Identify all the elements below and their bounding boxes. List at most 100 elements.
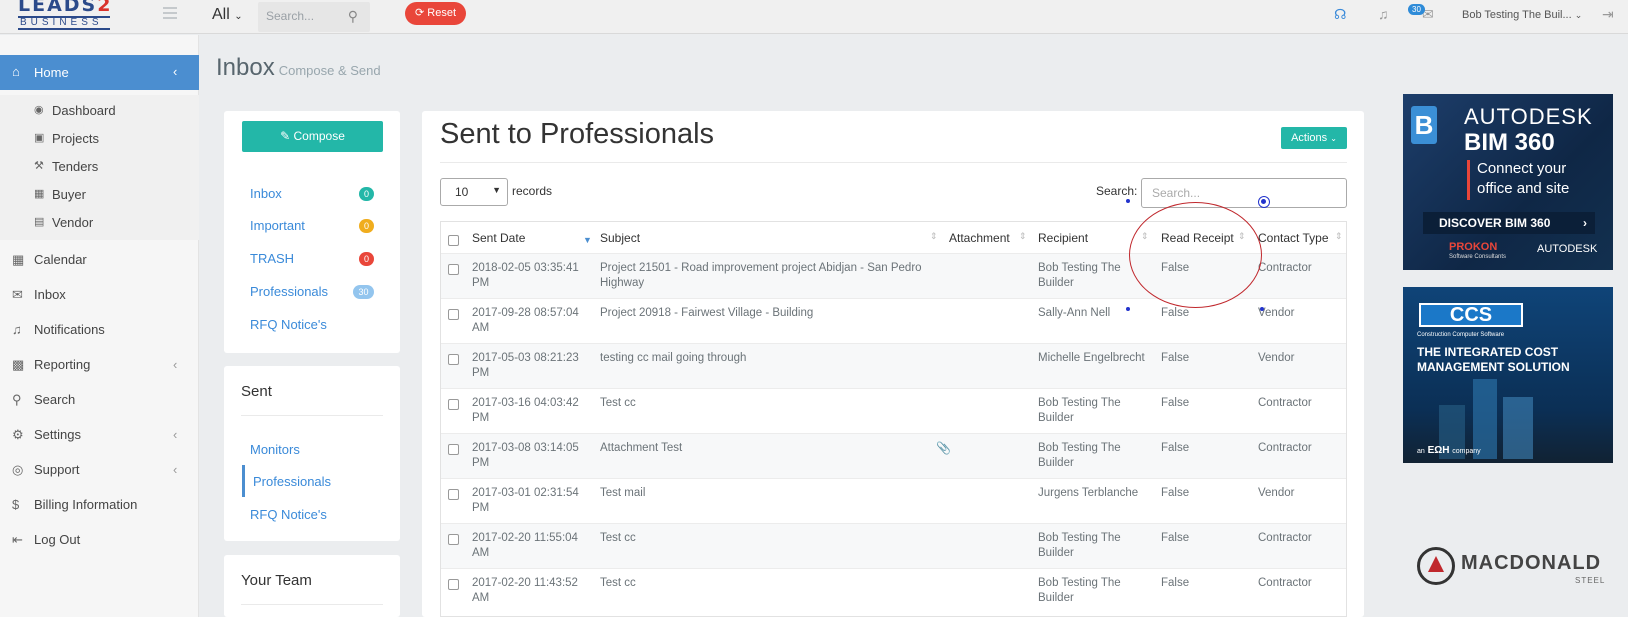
user-menu[interactable]: Bob Testing The Buil... ⌄ — [1462, 9, 1582, 21]
select-all-checkbox[interactable] — [448, 235, 459, 246]
folder-important[interactable]: Important — [250, 218, 305, 233]
sidebar-item-tenders[interactable]: ⚒ Tenders — [0, 153, 199, 181]
dashboard-icon: ◉ — [34, 104, 44, 116]
folder-inbox-badge: 0 — [359, 187, 374, 201]
bar-chart-icon: ▩ — [12, 357, 25, 372]
column-header-contact-type[interactable]: Contact Type — [1258, 231, 1329, 245]
chevron-down-icon: ⌄ — [1330, 134, 1337, 143]
chevron-left-icon: ‹ — [173, 357, 178, 372]
compose-button[interactable]: ✎ Compose — [242, 121, 383, 152]
search-icon[interactable]: ⚲ — [348, 8, 358, 25]
subject-cell[interactable]: Project 20918 - Fairwest Village - Build… — [600, 306, 930, 321]
sort-icon[interactable]: ⇕ — [930, 231, 938, 242]
leads2business-logo[interactable]: LEADS2 BUSINESS — [18, 0, 113, 32]
notification-count-badge: 30 — [1408, 4, 1425, 15]
column-header-sent-date[interactable]: Sent Date — [472, 231, 525, 245]
sent-professionals[interactable]: Professionals — [253, 474, 331, 489]
discover-bim-button[interactable]: DISCOVER BIM 360 › — [1423, 212, 1595, 234]
chevron-down-icon: ⌄ — [234, 11, 243, 22]
table-search-input[interactable]: Search... — [1141, 178, 1347, 208]
sent-monitors[interactable]: Monitors — [250, 442, 300, 457]
table-row[interactable]: 2017-05-03 08:21:23 PM testing cc mail goi… — [441, 343, 1346, 388]
folder-rfq-notices[interactable]: RFQ Notice's — [250, 317, 327, 332]
subject-cell[interactable]: Test cc — [600, 396, 930, 411]
sidebar-item-calendar[interactable]: ▦ Calendar — [0, 245, 199, 275]
page-length-select[interactable]: 10 ▼ — [440, 178, 508, 206]
column-header-recipient[interactable]: Recipient — [1038, 231, 1088, 245]
table-row[interactable]: 2017-02-20 11:55:04 AM Test cc Bob Testing … — [441, 523, 1346, 568]
top-bar: LEADS2 BUSINESS All ⌄ Search... ⚲ ⟳ Rese… — [0, 0, 1628, 34]
gavel-icon: ⚒ — [34, 160, 44, 172]
subject-cell[interactable]: Test cc — [600, 531, 930, 546]
subject-cell[interactable]: testing cc mail going through — [600, 351, 930, 366]
sent-date-cell: 2018-02-05 03:35:41 PM — [472, 262, 579, 289]
chevron-left-icon: ‹ — [173, 64, 178, 79]
table-row[interactable]: 2017-03-01 02:31:54 PM Test mail Jurgens Te… — [441, 478, 1346, 523]
sidebar-item-home[interactable]: ⌂ Home ‹ — [0, 55, 199, 90]
scope-label: All — [212, 6, 230, 23]
sent-header: Sent — [241, 383, 272, 400]
row-checkbox[interactable] — [448, 399, 459, 410]
sent-date-cell: 2017-03-16 04:03:42 PM — [472, 397, 579, 424]
folder-inbox[interactable]: Inbox — [250, 186, 282, 201]
sidebar-item-logout[interactable]: ⇤ Log Out — [0, 525, 199, 555]
store-icon: ▤ — [34, 216, 45, 228]
sidebar-item-settings[interactable]: ⚙ Settings ‹ — [0, 420, 199, 450]
row-checkbox[interactable] — [448, 264, 459, 275]
sidebar-item-billing[interactable]: $ Billing Information — [0, 490, 199, 520]
bell-icon: ♫ — [12, 322, 22, 337]
scope-dropdown[interactable]: All ⌄ — [212, 6, 243, 24]
annotation-dot — [1126, 307, 1130, 311]
sort-desc-icon[interactable]: ▼ — [583, 235, 592, 245]
sent-date-cell: 2017-03-01 02:31:54 PM — [472, 487, 579, 514]
row-checkbox[interactable] — [448, 309, 459, 320]
logout-icon[interactable]: ⇥ — [1602, 6, 1614, 23]
sidebar-item-buyer[interactable]: ▦ Buyer — [0, 181, 199, 209]
macdonald-steel-ad[interactable]: MACDONALD STEEL — [1403, 530, 1613, 600]
calendar-icon: ▦ — [12, 252, 25, 267]
autodesk-bim360-ad[interactable]: B AUTODESK BIM 360 Connect your office a… — [1403, 94, 1613, 270]
row-checkbox[interactable] — [448, 534, 459, 545]
column-header-subject[interactable]: Subject — [600, 231, 640, 245]
sidebar-item-inbox[interactable]: ✉ Inbox — [0, 280, 199, 310]
row-checkbox[interactable] — [448, 579, 459, 590]
global-search-input[interactable]: Search... ⚲ — [258, 2, 370, 32]
headset-icon[interactable]: ☊ — [1334, 6, 1346, 23]
ccs-ad[interactable]: CCS Construction Computer Software THE I… — [1403, 287, 1613, 463]
sort-icon[interactable]: ⇕ — [1335, 231, 1343, 242]
sidebar-item-support[interactable]: ◎ Support ‹ — [0, 455, 199, 485]
sidebar-item-projects[interactable]: ▣ Projects — [0, 125, 199, 153]
table-row[interactable]: 2017-03-08 03:14:05 PM Attachment Test 📎 Bob… — [441, 433, 1346, 478]
reset-button[interactable]: ⟳ Reset — [405, 2, 466, 25]
sidebar-item-dashboard[interactable]: ◉ Dashboard — [0, 97, 199, 125]
menu-toggle-icon[interactable] — [163, 7, 177, 19]
subject-cell[interactable]: Project 21501 - Road improvement project… — [600, 261, 930, 291]
sidebar-item-vendor[interactable]: ▤ Vendor — [0, 209, 199, 237]
sort-icon[interactable]: ⇕ — [1019, 231, 1027, 242]
table-row[interactable]: 2017-03-16 04:03:42 PM Test cc Bob Testing … — [441, 388, 1346, 433]
recipient-cell: Bob Testing The Builder — [1038, 397, 1121, 424]
sidebar-item-notifications[interactable]: ♫ Notifications — [0, 315, 199, 345]
sidebar-item-reporting[interactable]: ▩ Reporting ‹ — [0, 350, 199, 380]
row-checkbox[interactable] — [448, 444, 459, 455]
recipient-cell: Bob Testing The Builder — [1038, 442, 1121, 469]
sent-rfq-notices[interactable]: RFQ Notice's — [250, 507, 327, 522]
column-header-attachment[interactable]: Attachment — [949, 231, 1010, 245]
subject-cell[interactable]: Test cc — [600, 576, 930, 591]
folder-professionals[interactable]: Professionals — [250, 284, 328, 299]
gear-icon: ⚙ — [12, 427, 24, 442]
folder-trash[interactable]: TRASH — [250, 251, 294, 266]
subject-cell[interactable]: Attachment Test — [600, 441, 930, 456]
recipient-cell: Jurgens Terblanche — [1038, 487, 1139, 499]
actions-button[interactable]: Actions ⌄ — [1281, 127, 1347, 149]
subject-cell[interactable]: Test mail — [600, 486, 930, 501]
folder-trash-badge: 0 — [359, 252, 374, 266]
bell-icon[interactable]: ♫ — [1378, 6, 1389, 22]
table-row[interactable]: 2017-02-20 11:43:52 AM Test cc Bob Testing … — [441, 568, 1346, 613]
row-checkbox[interactable] — [448, 354, 459, 365]
row-checkbox[interactable] — [448, 489, 459, 500]
read-receipt-cell: False — [1161, 397, 1190, 409]
contact-type-cell: Vendor — [1258, 352, 1295, 364]
paperclip-icon[interactable]: 📎 — [936, 441, 951, 456]
sidebar-item-search[interactable]: ⚲ Search — [0, 385, 199, 415]
